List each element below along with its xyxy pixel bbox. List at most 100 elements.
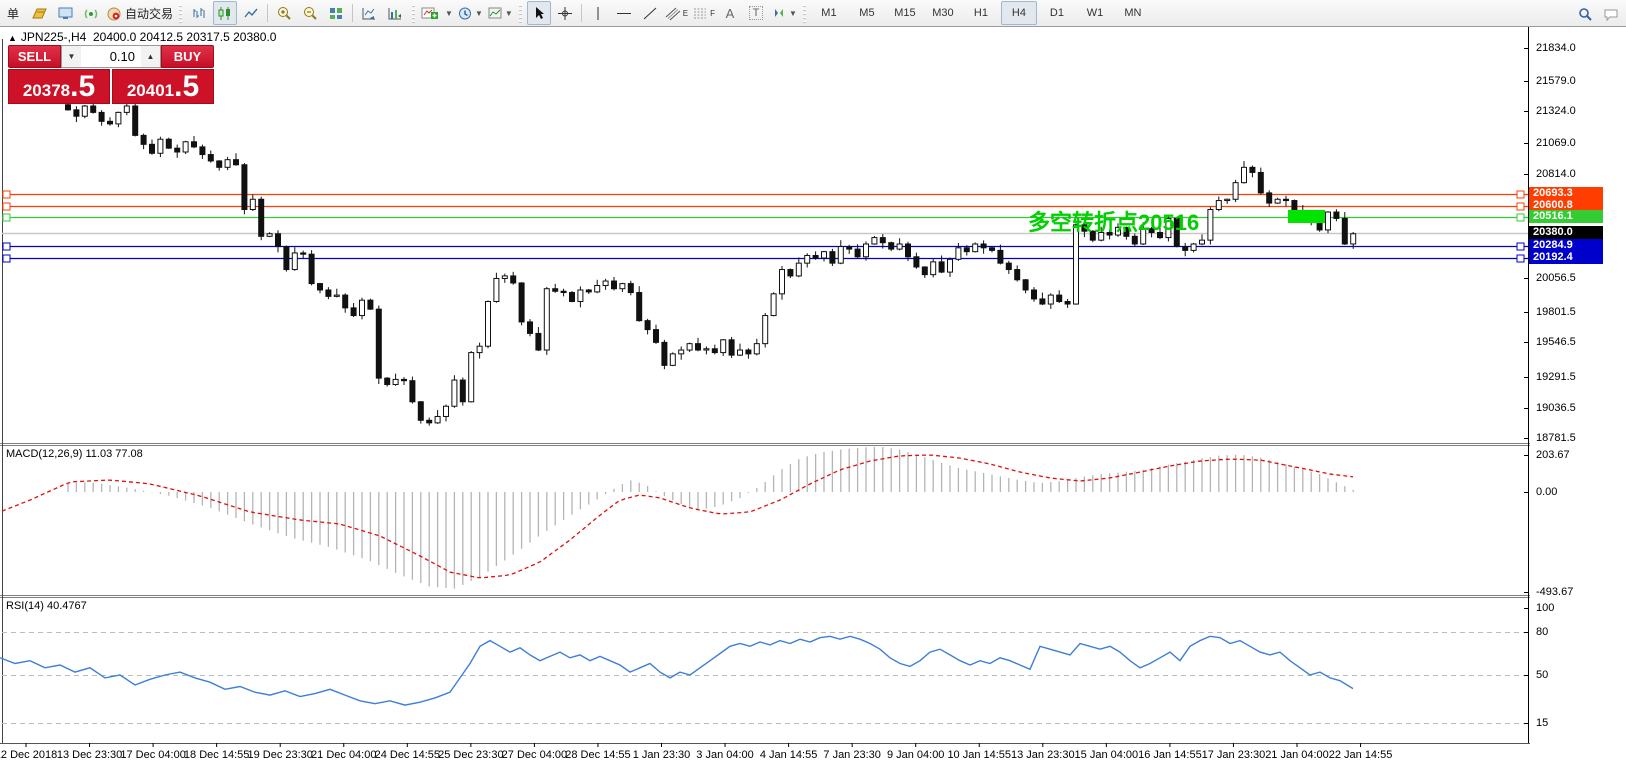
tile-windows-icon[interactable]: [324, 1, 348, 25]
line-handle[interactable]: [2, 242, 11, 251]
line-handle[interactable]: [1516, 213, 1525, 222]
tf-m1[interactable]: M1: [811, 1, 847, 25]
add-indicator-icon[interactable]: ▼: [420, 1, 454, 25]
equidistant-channel-icon[interactable]: E: [664, 1, 689, 25]
volume-decrease-button[interactable]: ▼: [62, 46, 81, 67]
y-axis-tick: 20056.5: [1536, 272, 1576, 284]
volume-increase-button[interactable]: ▲: [141, 46, 160, 67]
green-highlight-box[interactable]: [1288, 210, 1325, 223]
sell-price-frac: .5: [70, 70, 96, 103]
candlestick: [1224, 198, 1231, 202]
candlestick: [695, 343, 701, 351]
candlestick: [846, 246, 853, 250]
candlestick: [1014, 269, 1021, 281]
indicator-list-icon[interactable]: [383, 1, 407, 25]
buy-button[interactable]: BUY: [161, 45, 214, 68]
candlestick: [871, 237, 878, 245]
candlestick: [678, 349, 685, 355]
candlestick: [1207, 208, 1214, 241]
y-axis-tick: 19546.5: [1536, 336, 1576, 348]
autotrade-button[interactable]: 自动交易: [105, 1, 174, 25]
templates-icon[interactable]: ▼: [486, 1, 514, 25]
trendline-icon[interactable]: [638, 1, 662, 25]
line-handle[interactable]: [1516, 242, 1525, 251]
pivot-annotation-text[interactable]: 多空转折点20516: [1028, 210, 1199, 235]
candlestick: [947, 258, 953, 273]
new-order-icon[interactable]: [27, 1, 51, 25]
candlestick: [182, 141, 189, 153]
tf-mn[interactable]: MN: [1115, 1, 1151, 25]
chart-window[interactable]: 多空转折点20516 ▲ JPN225-,H4 20400.0 20412.5 2…: [0, 27, 1626, 769]
terminal-icon[interactable]: [53, 1, 77, 25]
candlestick: [115, 111, 122, 125]
candlestick: [308, 253, 315, 285]
vertical-line-icon[interactable]: [586, 1, 610, 25]
y-axis-tick: 15: [1536, 717, 1549, 729]
zoom-out-icon[interactable]: [298, 1, 322, 25]
line-handle[interactable]: [2, 190, 11, 199]
line-handle[interactable]: [1516, 190, 1525, 199]
price-chart-canvas[interactable]: 多空转折点20516: [0, 27, 1626, 769]
sell-price-box[interactable]: 20378.5: [8, 69, 110, 104]
autotrade-label: 自动交易: [125, 6, 174, 21]
text-label-icon[interactable]: T: [744, 1, 768, 25]
candlestick: [199, 146, 206, 156]
candlestick: [258, 198, 265, 237]
candlestick: [300, 252, 307, 255]
line-chart-icon[interactable]: [239, 1, 263, 25]
tf-m15[interactable]: M15: [887, 1, 923, 25]
y-axis-tick: 80: [1536, 626, 1549, 638]
buy-price-box[interactable]: 20401.5: [112, 69, 214, 104]
line-handle[interactable]: [2, 213, 11, 222]
candlestick: [90, 105, 97, 113]
candlestick: [451, 379, 458, 407]
candlestick: [611, 280, 617, 290]
line-handle[interactable]: [1516, 254, 1525, 263]
crosshair-icon[interactable]: [553, 1, 577, 25]
signal-icon[interactable]: [79, 1, 103, 25]
search-icon[interactable]: [1573, 2, 1597, 26]
candlestick: [636, 292, 643, 322]
collapse-arrow-icon[interactable]: ▲: [8, 33, 17, 43]
text-icon[interactable]: A: [718, 1, 742, 25]
sell-button[interactable]: SELL: [8, 45, 61, 68]
candlestick: [921, 266, 928, 276]
fibonacci-icon[interactable]: F: [691, 1, 716, 25]
line-handle[interactable]: [2, 202, 11, 211]
line-handle[interactable]: [1516, 202, 1525, 211]
candlestick: [333, 294, 340, 297]
chat-icon[interactable]: [1599, 2, 1623, 26]
candlestick: [81, 105, 88, 117]
tf-m30[interactable]: M30: [925, 1, 961, 25]
candlestick: [669, 353, 676, 366]
arrows-icon[interactable]: ▼: [770, 1, 798, 25]
volume-input[interactable]: [81, 46, 141, 67]
x-axis-label: 21 Dec 04:00: [311, 749, 377, 761]
tf-m5[interactable]: M5: [849, 1, 885, 25]
candlestick: [165, 138, 172, 149]
candlestick: [149, 143, 155, 154]
candlestick: [753, 343, 760, 355]
candlestick: [1005, 262, 1012, 271]
candlestick: [1333, 211, 1340, 219]
x-axis-label: 3 Jan 04:00: [696, 749, 754, 761]
horizontal-line-icon[interactable]: [612, 1, 636, 25]
line-handle[interactable]: [2, 254, 11, 263]
tf-h1[interactable]: H1: [963, 1, 999, 25]
periods-icon[interactable]: ▼: [456, 1, 484, 25]
rsi-line: [0, 635, 1354, 706]
tf-w1[interactable]: W1: [1077, 1, 1113, 25]
candlestick: [661, 341, 668, 366]
bar-chart-icon[interactable]: [187, 1, 211, 25]
buy-price-frac: .5: [174, 70, 200, 103]
candlestick: [779, 269, 785, 295]
sell-price-main: 20378: [22, 81, 71, 100]
candlestick: [283, 246, 290, 271]
indicator-window-icon[interactable]: [357, 1, 381, 25]
orders-button[interactable]: 单: [1, 1, 25, 25]
candle-chart-icon[interactable]: [213, 1, 238, 25]
zoom-in-icon[interactable]: [272, 1, 296, 25]
cursor-icon[interactable]: [526, 1, 551, 25]
tf-d1[interactable]: D1: [1039, 1, 1075, 25]
tf-h4[interactable]: H4: [1000, 1, 1037, 25]
